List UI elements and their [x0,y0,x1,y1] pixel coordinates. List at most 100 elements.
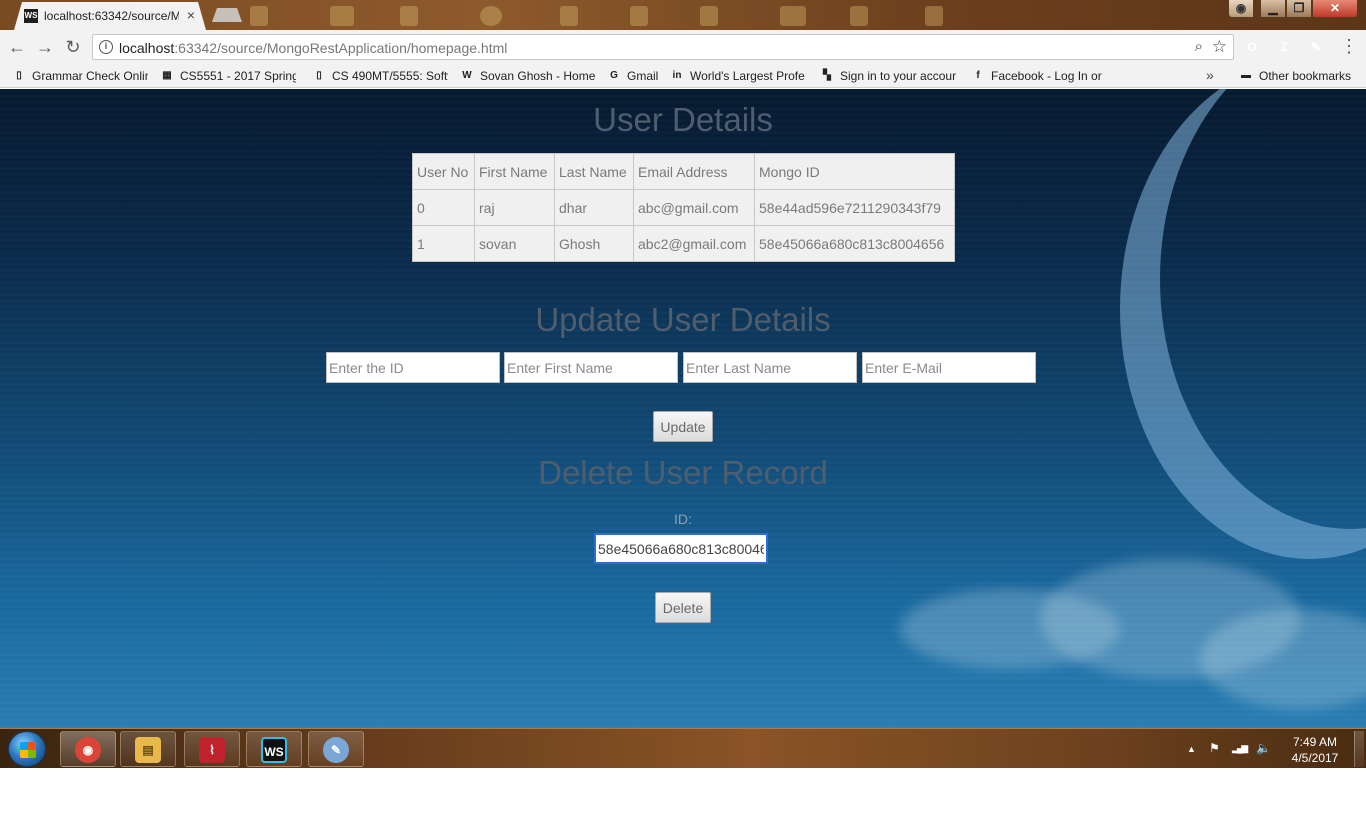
bookmark-linkedin[interactable]: in World's Largest Profe [670,67,808,85]
paint-icon: ✎ [323,737,349,763]
microsoft-icon: ▚ [823,70,831,81]
opera-icon[interactable]: O [1243,38,1261,56]
table-cell: Ghosh [554,225,634,262]
delete-button[interactable]: Delete [655,592,711,623]
table-cell: 0 [412,189,475,226]
user-profile-icon[interactable]: ◉ [1228,0,1254,18]
google-icon: G [610,70,618,81]
new-tab-button[interactable] [212,8,242,22]
desktop-wallpaper-detail [330,6,354,26]
update-last-name-input[interactable] [683,352,857,383]
zotero-icon[interactable]: Z [1275,38,1293,56]
desktop-wallpaper-detail [850,6,868,26]
back-arrow-icon[interactable]: ← [6,36,28,58]
table-cell: abc2@gmail.com [633,225,755,262]
column-header: User No [412,153,475,190]
bookmark-gmail[interactable]: G Gmail [607,67,663,85]
table-row: 0 raj dhar abc@gmail.com 58e44ad596e7211… [412,189,955,226]
url-path: :63342/source/MongoRestApplication/homep… [174,40,508,56]
reload-icon[interactable]: ↻ [62,36,84,58]
bookmark-label: CS5551 - 2017 Spring [180,69,296,83]
table-row: 1 sovan Ghosh abc2@gmail.com 58e45066a68… [412,225,955,262]
bookmarks-overflow-chevron-icon[interactable]: » [1206,67,1214,83]
bookmark-label: World's Largest Profe [690,69,805,83]
desktop-wallpaper-detail [560,6,578,26]
browser-toolbar: ← → ↻ i localhost:63342/source/MongoRest… [0,30,1366,64]
close-window-button[interactable]: ✕ [1312,0,1358,18]
user-details-table: User No First Name Last Name Email Addre… [412,153,955,262]
update-user-details-heading: Update User Details [535,301,831,338]
url-host: localhost [119,40,175,56]
bookmark-sovan-ghosh-home[interactable]: W Sovan Ghosh - Home [460,67,598,85]
page-icon: ▯ [316,70,322,81]
taskbar-explorer[interactable]: ▤ [120,731,176,767]
minimize-button[interactable]: ▁ [1260,0,1286,18]
column-header: Mongo ID [754,153,955,190]
delete-id-input[interactable] [594,533,768,564]
table-header-row: User No First Name Last Name Email Addre… [412,153,955,190]
column-header: Last Name [554,153,634,190]
tab-close-icon[interactable]: × [184,7,198,23]
bookmark-star-icon[interactable]: ☆ [1212,37,1227,57]
desktop-wallpaper-detail [630,6,648,26]
desktop-wallpaper-detail [925,6,943,26]
acrobat-icon: ⌇ [199,737,225,763]
desktop-wallpaper-detail [400,6,418,26]
webstorm-icon: WS [261,737,287,763]
windows-taskbar: ◉ ▤ ⌇ WS ✎ ▲ ⚑ ▂▄▆ 🔈 7:49 AM 4/5/2017 [0,728,1366,768]
show-hidden-icons-arrow-icon[interactable]: ▲ [1187,744,1196,754]
bookmark-facebook[interactable]: f Facebook - Log In or [971,67,1107,85]
bookmark-grammar-check[interactable]: ▯ Grammar Check Onlin [12,67,148,85]
folder-icon: ▤ [135,737,161,763]
screen: WS localhost:63342/source/M × ◉ ▁ ❐ ✕ ← … [0,0,1366,768]
table-cell: 58e44ad596e7211290343f79 [754,189,955,226]
chrome-icon: ◉ [75,737,101,763]
show-desktop-button[interactable] [1354,731,1364,767]
book-icon[interactable]: ✎ [1307,38,1325,56]
tab-title: localhost:63342/source/M [44,9,179,23]
linkedin-icon: in [672,70,682,81]
bookmark-microsoft-sign-in[interactable]: ▚ Sign in to your accour [820,67,960,85]
forward-arrow-icon[interactable]: → [34,36,56,58]
bookmark-cs5551[interactable]: ▦ CS5551 - 2017 Spring [160,67,296,85]
desktop-wallpaper-detail [480,6,502,26]
table-cell: abc@gmail.com [633,189,755,226]
update-button[interactable]: Update [653,411,713,442]
web-page: User Details User No First Name Last Nam… [0,89,1366,729]
tab-homepage[interactable]: WS localhost:63342/source/M × [14,2,206,30]
column-header: Email Address [633,153,755,190]
bookmark-label: Sign in to your accour [840,69,957,83]
table-cell: raj [474,189,555,226]
bookmark-label: Other bookmarks [1259,69,1352,83]
chrome-menu-icon[interactable]: ⋮ [1340,36,1358,56]
start-button[interactable] [8,731,46,767]
volume-icon[interactable]: 🔈 [1256,741,1271,755]
bookmark-label: Facebook - Log In or [991,69,1102,83]
address-bar[interactable]: i localhost:63342/source/MongoRestApplic… [92,34,1234,60]
info-icon[interactable]: i [99,40,113,54]
bookmark-other-bookmarks[interactable]: ▬ Other bookmarks [1239,67,1357,85]
browser-tab-strip: WS localhost:63342/source/M × ◉ ▁ ❐ ✕ [0,0,1366,30]
windows-logo-icon [20,742,36,758]
webstorm-favicon-icon: WS [24,9,38,23]
page-icon: ▯ [16,70,22,81]
desktop-wallpaper-detail [780,6,806,26]
table-cell: 1 [412,225,475,262]
system-clock[interactable]: 7:49 AM 4/5/2017 [1280,734,1350,766]
delete-user-record-heading: Delete User Record [538,454,828,491]
address-url: localhost:63342/source/MongoRestApplicat… [119,40,507,56]
bookmark-cs490mt[interactable]: ▯ CS 490MT/5555: Softw [312,67,448,85]
bookmarks-bar: ▯ Grammar Check Onlin ▦ CS5551 - 2017 Sp… [0,64,1366,88]
taskbar-acrobat[interactable]: ⌇ [184,731,240,767]
maximize-button[interactable]: ❐ [1286,0,1312,18]
network-signal-icon[interactable]: ▂▄▆ [1232,743,1248,754]
action-center-flag-icon[interactable]: ⚑ [1209,741,1220,755]
update-id-input[interactable] [326,352,500,383]
taskbar-paint[interactable]: ✎ [308,731,364,767]
zoom-magnifier-icon[interactable]: ⌕ [1195,38,1203,55]
folder-icon: ▬ [1241,70,1251,81]
update-first-name-input[interactable] [504,352,678,383]
taskbar-chrome[interactable]: ◉ [60,731,116,767]
taskbar-webstorm[interactable]: WS [246,731,302,767]
update-email-input[interactable] [862,352,1036,383]
